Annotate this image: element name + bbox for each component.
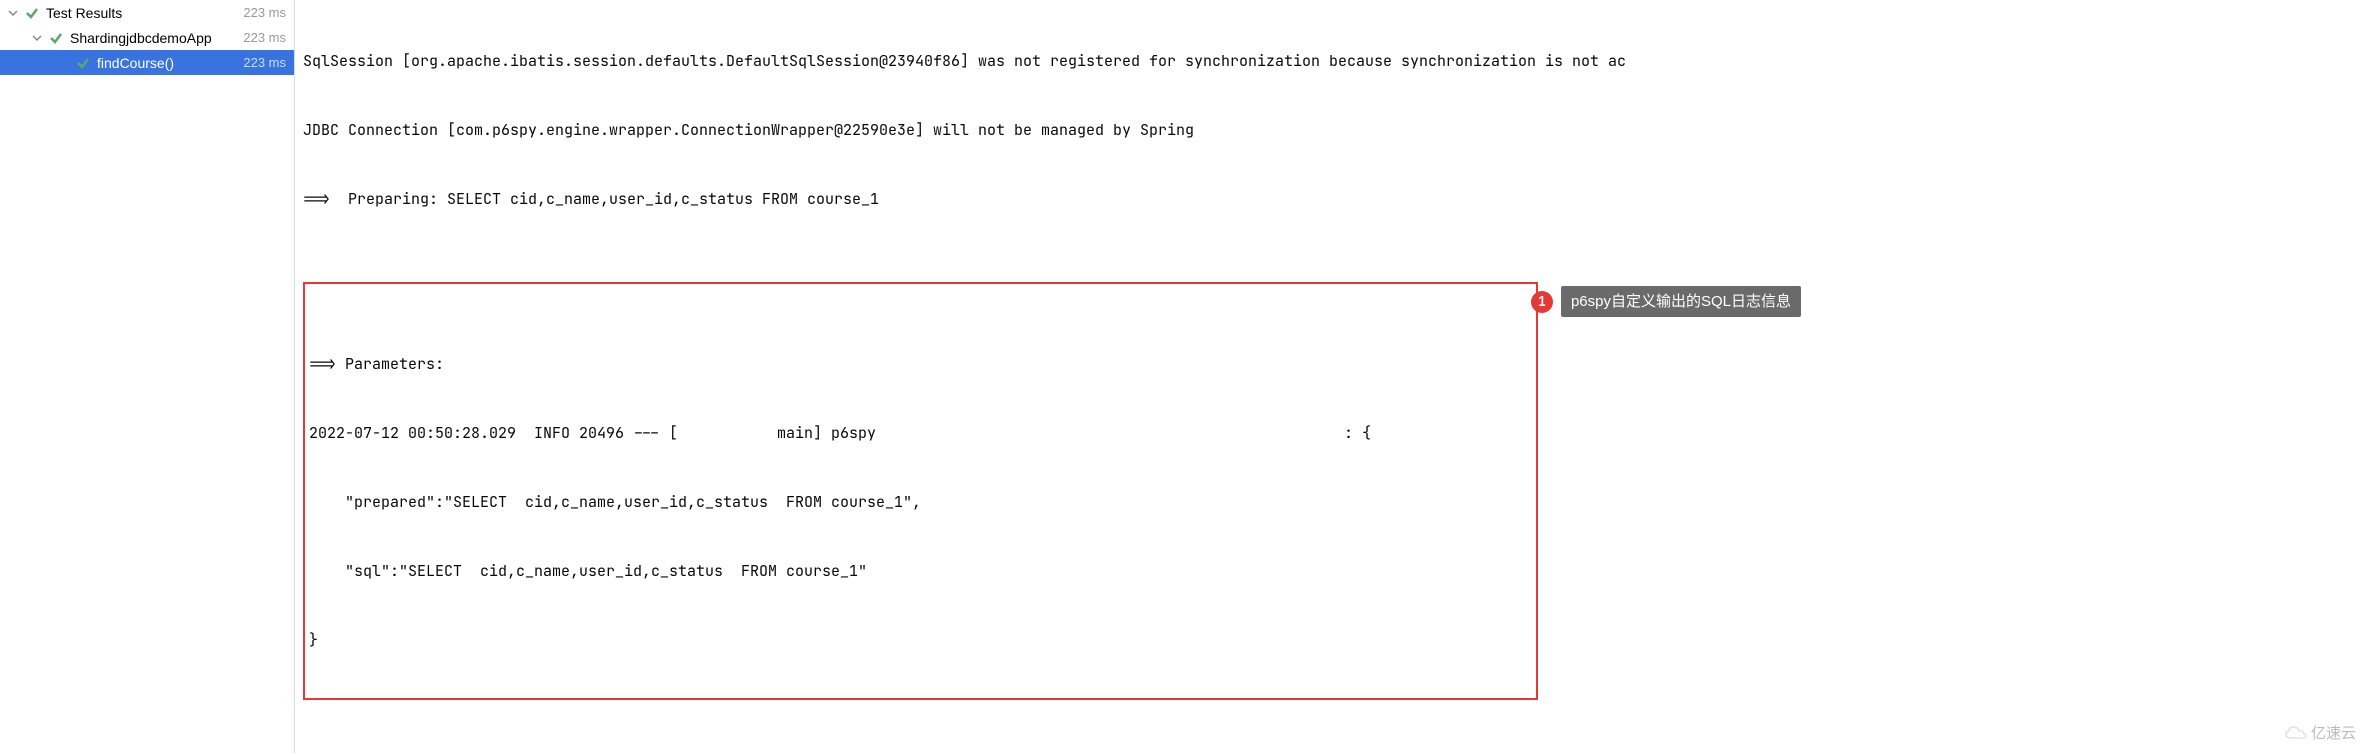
tree-test-row[interactable]: findCourse() 223 ms xyxy=(0,50,294,75)
check-icon xyxy=(48,30,64,46)
tree-root-row[interactable]: Test Results 223 ms xyxy=(0,0,294,25)
callout-number: 1 xyxy=(1531,291,1553,313)
callout-1: 1 p6spy自定义输出的SQL日志信息 xyxy=(1531,286,1801,317)
log-line: "prepared":"SELECT cid,c_name,user_id,c_… xyxy=(309,491,1532,514)
p6spy-log-block: 1 p6spy自定义输出的SQL日志信息 ==> Parameters: 202… xyxy=(303,282,1538,700)
cloud-icon xyxy=(2285,726,2307,740)
watermark-text: 亿速云 xyxy=(2311,722,2356,743)
tree-app-row[interactable]: ShardingjdbcdemoApp 223 ms xyxy=(0,25,294,50)
tree-root-time: 223 ms xyxy=(243,5,286,20)
log-line: JDBC Connection [com.p6spy.engine.wrappe… xyxy=(303,119,2366,142)
log-line: "sql":"SELECT cid,c_name,user_id,c_statu… xyxy=(309,560,1532,583)
tree-test-time: 223 ms xyxy=(243,55,286,70)
callout-label: p6spy自定义输出的SQL日志信息 xyxy=(1561,286,1801,317)
tree-test-label: findCourse() xyxy=(97,55,243,71)
watermark: 亿速云 xyxy=(2285,722,2356,743)
chevron-down-icon xyxy=(30,31,44,45)
tree-app-time: 223 ms xyxy=(243,30,286,45)
chevron-down-icon xyxy=(6,6,20,20)
console-output[interactable]: SqlSession [org.apache.ibatis.session.de… xyxy=(295,0,2374,753)
log-line: SqlSession [org.apache.ibatis.session.de… xyxy=(303,50,2366,73)
tree-root-label: Test Results xyxy=(46,5,243,21)
test-results-sidebar: Test Results 223 ms ShardingjdbcdemoApp … xyxy=(0,0,295,753)
log-line: ==> Parameters: xyxy=(309,353,1532,376)
tree-app-label: ShardingjdbcdemoApp xyxy=(70,30,243,46)
log-line: } xyxy=(309,629,1532,652)
check-icon xyxy=(24,5,40,21)
log-line: 2022-07-12 00:50:28.029 INFO 20496 --- [… xyxy=(309,422,1532,445)
check-icon xyxy=(75,55,91,71)
log-line: ==> Preparing: SELECT cid,c_name,user_id… xyxy=(303,188,2366,211)
